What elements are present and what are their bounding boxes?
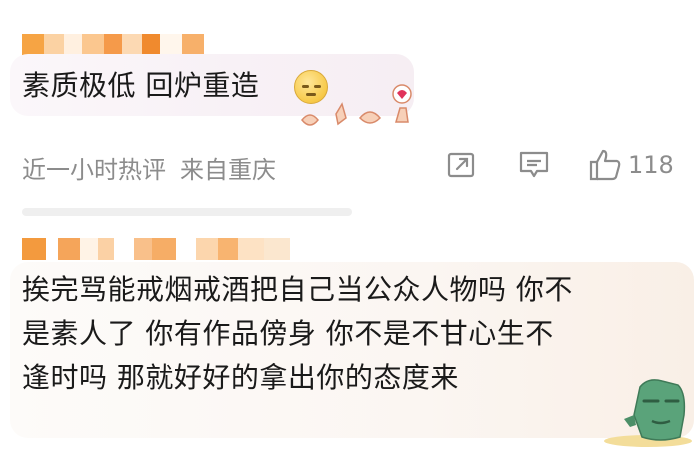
comment-text-line: 逢时吗 那就好好的拿出你的态度来	[22, 361, 459, 394]
sanxingdui-mask-sticker-icon	[604, 379, 692, 447]
comment-text-line: 是素人了 你有作品傍身 你不是不甘心生不	[22, 317, 554, 350]
like-count: 118	[628, 151, 674, 179]
gesture-sticker-icon	[301, 84, 412, 126]
reply-button[interactable]	[518, 150, 550, 180]
comment-item: 素质极低 回炉重造 近一小时热评 来自重庆 118	[0, 0, 700, 216]
like-button[interactable]: 118	[588, 148, 674, 182]
share-button[interactable]	[446, 150, 476, 180]
comment-icon	[519, 151, 549, 178]
username-mosaic[interactable]	[22, 238, 290, 262]
comment-actions: 118	[0, 146, 700, 186]
comment-text-line: 挨完骂能戒烟戒酒把自己当公众人物吗 你不	[22, 273, 573, 306]
thumbs-up-icon	[589, 149, 621, 181]
share-icon	[447, 152, 475, 178]
comment-item: 挨完骂能戒烟戒酒把自己当公众人物吗 你不 是素人了 你有作品傍身 你不是不甘心生…	[0, 210, 700, 458]
comment-text: 素质极低 回炉重造	[22, 69, 260, 102]
comment-text: 挨完骂能戒烟戒酒把自己当公众人物吗 你不 是素人了 你有作品傍身 你不是不甘心生…	[22, 268, 672, 400]
